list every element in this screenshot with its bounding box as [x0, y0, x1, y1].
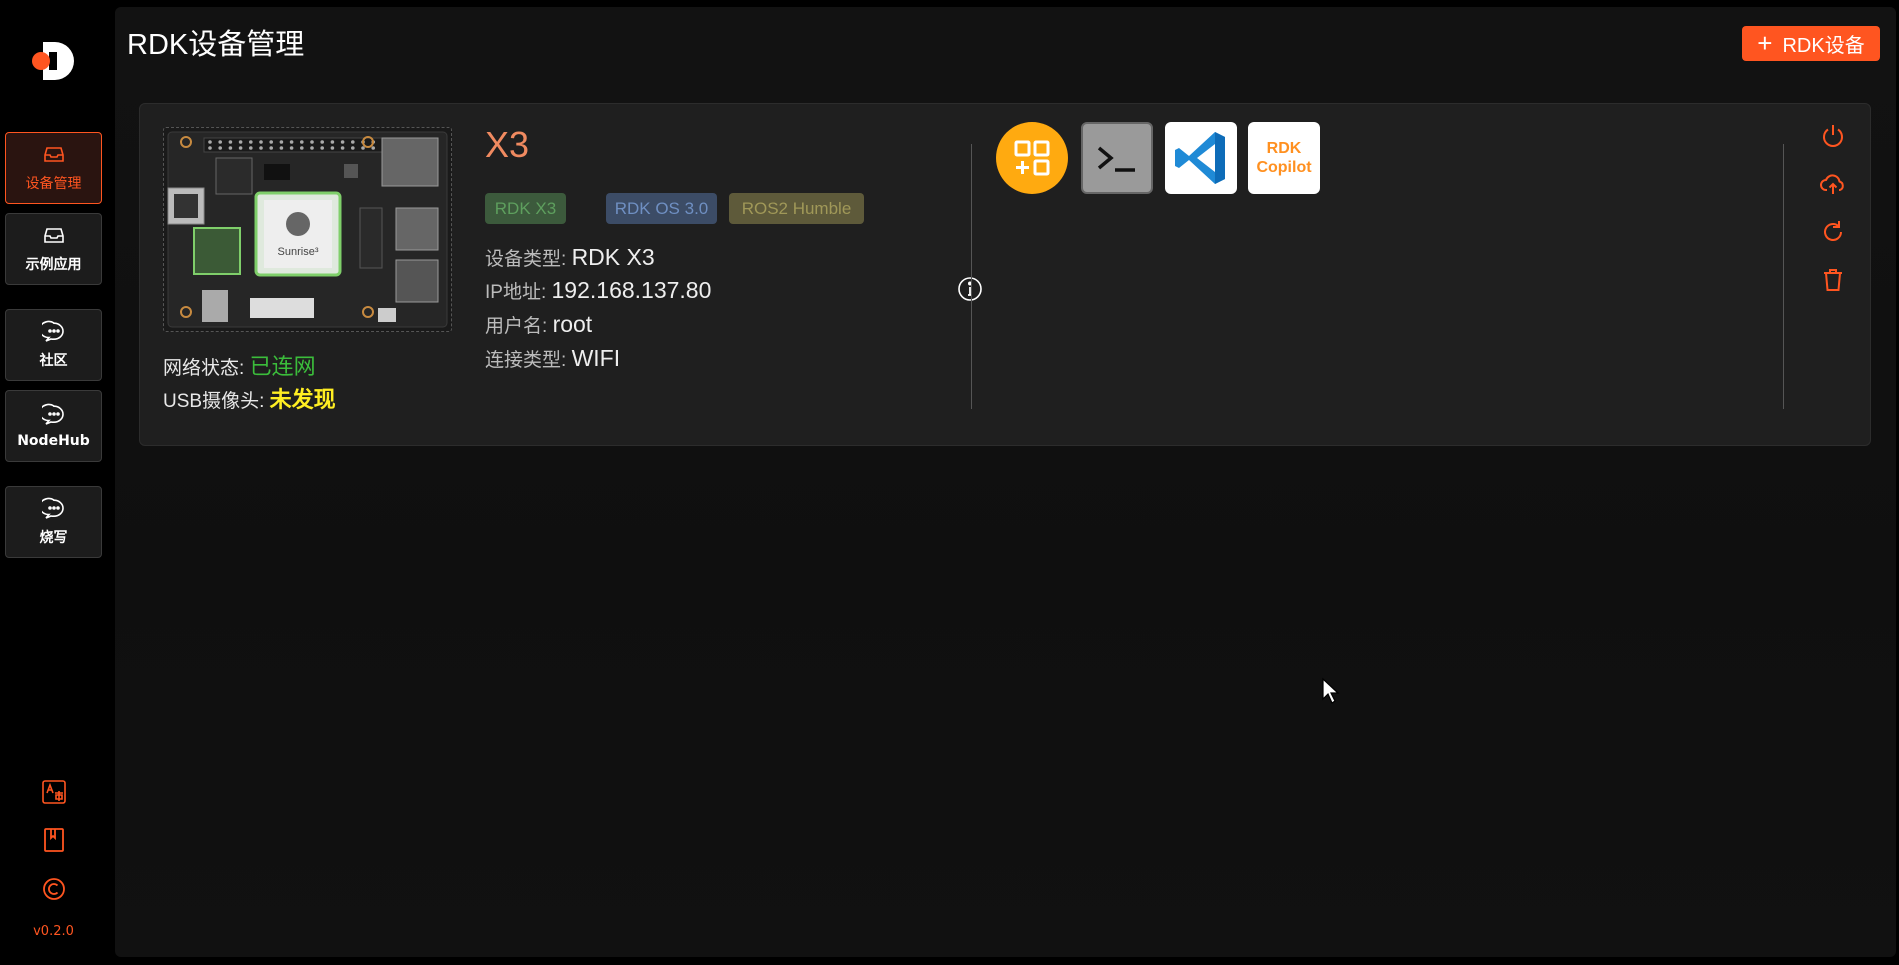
- plus-icon: +: [1757, 27, 1773, 58]
- nav-label: NodeHub: [17, 433, 90, 449]
- terminal-icon[interactable]: [1081, 122, 1153, 194]
- connection-type-label: 连接类型:: [485, 350, 567, 371]
- book-icon[interactable]: [41, 827, 67, 853]
- gpio-pin: [289, 140, 294, 144]
- rdk-x3-board-illustration: Sunrise³: [167, 131, 448, 328]
- gpio-pin: [289, 146, 294, 150]
- network-status: 网络状态: 已连网: [163, 349, 316, 381]
- gpio-pin: [320, 146, 324, 150]
- gpio-pin: [300, 146, 304, 150]
- inbox-icon: [43, 147, 64, 162]
- gpio-pin: [310, 146, 314, 150]
- gpio-pin: [228, 146, 233, 150]
- gpio-pin: [208, 146, 212, 150]
- gpio-pin: [269, 140, 273, 144]
- device-card: Sunrise³ 网络状态: 已连网 USB摄像头: 未发现 X3 RDK X3…: [139, 103, 1871, 446]
- gpio-pin: [208, 140, 212, 144]
- usb-camera-status: USB摄像头: 未发现: [163, 382, 336, 414]
- username-value: root: [552, 311, 593, 337]
- gpio-pin: [249, 140, 253, 144]
- rdk-logo: [32, 42, 74, 80]
- gpio-pin: [340, 146, 345, 150]
- tag-board: RDK X3: [485, 193, 566, 224]
- username-label: 用户名:: [485, 316, 548, 337]
- nav-label: 设备管理: [25, 176, 82, 192]
- sidebar: 设备管理 示例应用 社区 NodeHub 烧写 v0.2.0: [0, 0, 114, 965]
- gpio-pin: [228, 140, 233, 144]
- mouse-cursor-icon: [1322, 677, 1340, 704]
- gpio-pin: [330, 140, 335, 144]
- nav-nodehub[interactable]: NodeHub: [5, 390, 102, 462]
- gpio-pin: [361, 146, 365, 150]
- usb-camera-value: 未发现: [269, 387, 336, 412]
- refresh-icon[interactable]: [1819, 218, 1847, 246]
- chat-bubble-icon: [41, 320, 64, 342]
- nav-device-management[interactable]: 设备管理: [5, 132, 102, 204]
- device-type-value: RDK X3: [571, 244, 655, 270]
- divider-right: [1783, 144, 1784, 409]
- network-status-value: 已连网: [249, 354, 316, 379]
- version-label: v0.2.0: [33, 924, 74, 939]
- cloud-upload-icon[interactable]: [1819, 170, 1847, 198]
- add-device-label: RDK设备: [1782, 35, 1865, 57]
- device-type-label: 设备类型:: [485, 249, 567, 270]
- inbox-icon: [43, 228, 64, 243]
- nav-community[interactable]: 社区: [5, 309, 102, 381]
- gpio-pin: [249, 146, 253, 150]
- info-icon[interactable]: [957, 276, 983, 302]
- gpio-pin: [310, 140, 314, 144]
- gpio-pin: [269, 146, 273, 150]
- vscode-icon[interactable]: [1165, 122, 1237, 194]
- add-device-button[interactable]: + RDK设备: [1742, 26, 1880, 61]
- device-name: X3: [485, 124, 530, 165]
- rdk-copilot-icon[interactable]: RDK Copilot: [1248, 122, 1320, 194]
- ip-label: IP地址:: [485, 282, 547, 303]
- usb-camera-label: USB摄像头:: [163, 391, 265, 412]
- network-status-label: 网络状态:: [163, 358, 245, 379]
- tag-ros: ROS2 Humble: [729, 193, 864, 224]
- gpio-pin: [259, 140, 263, 144]
- gpio-pin: [340, 140, 345, 144]
- chat-bubble-icon: [41, 403, 64, 425]
- nav-label: 示例应用: [25, 257, 82, 273]
- main-panel: RDK设备管理 + RDK设备 Sunrise³ 网络状态: 已连网 USB摄像…: [115, 7, 1896, 957]
- gpio-pin: [238, 140, 243, 144]
- gpio-pin: [218, 140, 222, 144]
- power-icon[interactable]: [1819, 122, 1847, 150]
- gpio-pin: [279, 146, 284, 150]
- connection-type-row: 连接类型: WIFI: [485, 345, 620, 372]
- connection-type-value: WIFI: [571, 345, 621, 371]
- gpio-pin: [279, 140, 284, 144]
- gpio-pin: [300, 140, 304, 144]
- gpio-pin: [330, 146, 335, 150]
- ip-row: IP地址: 192.168.137.80: [485, 277, 711, 304]
- nav-label: 社区: [39, 353, 68, 369]
- copilot-line1: RDK: [1266, 139, 1302, 157]
- nav-label: 烧写: [39, 530, 68, 546]
- gpio-pin: [259, 146, 263, 150]
- device-type-row: 设备类型: RDK X3: [485, 244, 655, 271]
- main-chip-label: Sunrise³: [278, 246, 319, 258]
- language-icon[interactable]: [41, 779, 67, 805]
- board-image[interactable]: Sunrise³: [163, 127, 452, 332]
- divider-left: [971, 144, 972, 409]
- gpio-pin: [238, 146, 243, 150]
- app-store-icon[interactable]: [996, 122, 1068, 194]
- username-row: 用户名: root: [485, 311, 592, 338]
- nav-example-apps[interactable]: 示例应用: [5, 213, 102, 285]
- tag-os: RDK OS 3.0: [606, 193, 717, 224]
- gpio-pin: [351, 140, 355, 144]
- copilot-line2: Copilot: [1256, 159, 1312, 176]
- gpio-pin: [218, 146, 222, 150]
- gpio-pin: [351, 146, 355, 150]
- gpio-pin: [371, 146, 375, 150]
- page-title: RDK设备管理: [127, 29, 305, 61]
- trash-icon[interactable]: [1819, 266, 1847, 294]
- chat-bubble-icon: [41, 497, 64, 519]
- ip-value: 192.168.137.80: [551, 277, 712, 303]
- gpio-pin: [320, 140, 324, 144]
- nav-flash[interactable]: 烧写: [5, 486, 102, 558]
- copyright-icon[interactable]: [41, 876, 67, 902]
